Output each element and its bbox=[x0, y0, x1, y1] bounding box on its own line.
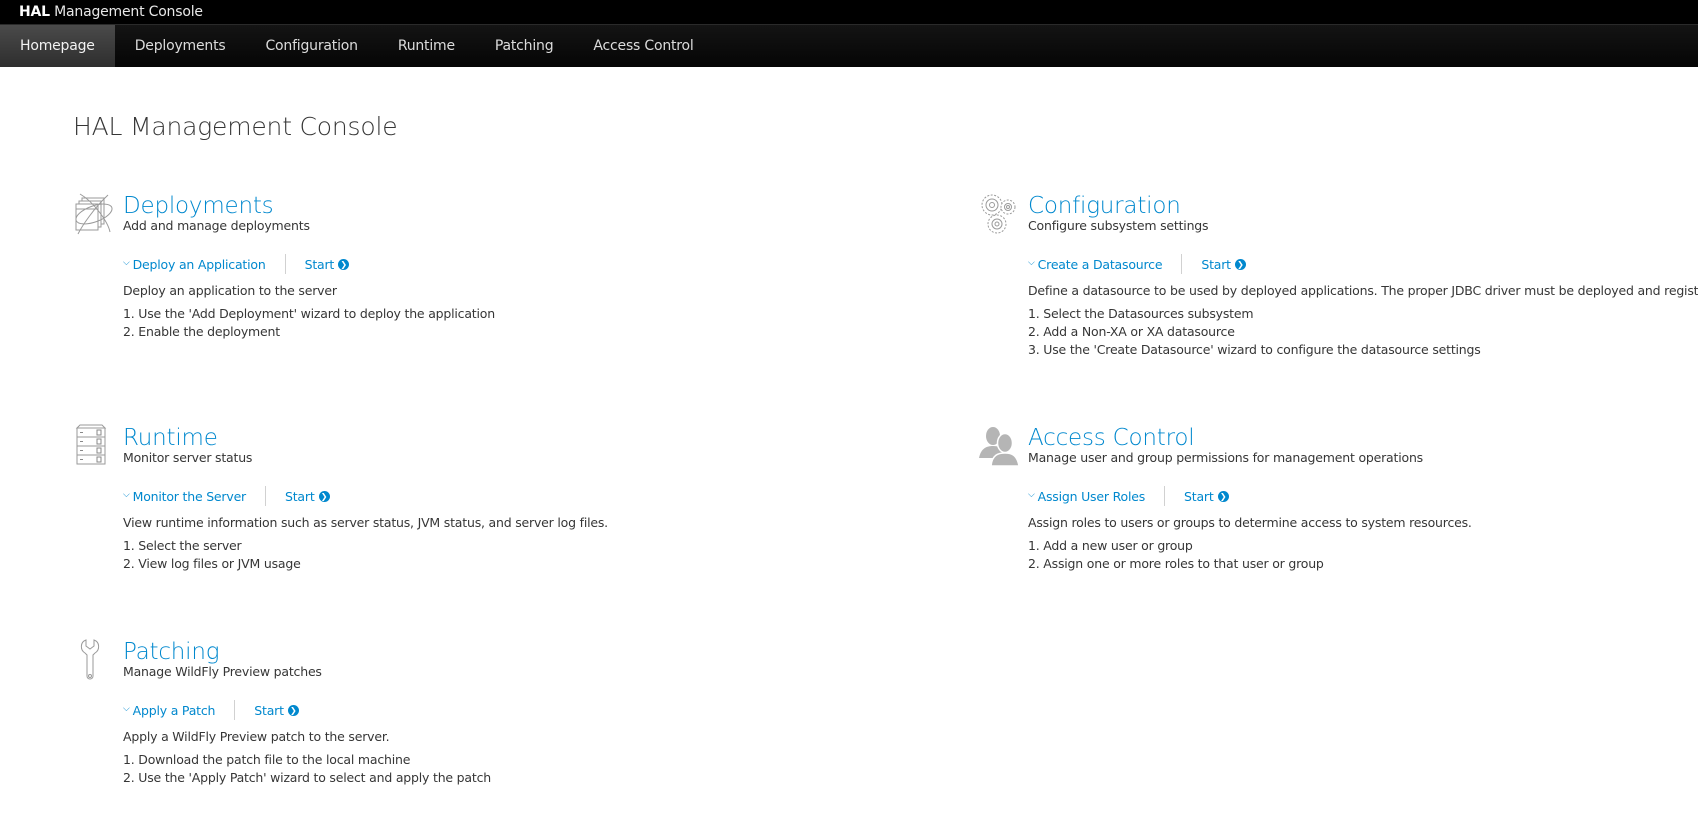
arrow-circle-right-icon: ❯ bbox=[338, 258, 350, 270]
section-title[interactable]: Deployments bbox=[123, 192, 883, 220]
start-link[interactable]: Start ❯ bbox=[305, 257, 350, 272]
start-label: Start bbox=[304, 256, 335, 272]
arrow-circle-right-icon: ❯ bbox=[1234, 258, 1246, 270]
section-subtitle: Configure subsystem settings bbox=[1028, 218, 1209, 233]
section-title[interactable]: Patching bbox=[123, 638, 883, 666]
step-item: 1. Add a new user or group bbox=[1028, 538, 1193, 553]
app-header: HAL Management Console bbox=[0, 0, 1698, 24]
action-label: Monitor the Server bbox=[132, 488, 247, 504]
section-description: Deploy an application to the server bbox=[123, 283, 337, 298]
chevron-down-icon: ⌵ bbox=[123, 258, 130, 268]
start-link[interactable]: Start ❯ bbox=[1184, 489, 1229, 504]
nav-homepage[interactable]: Homepage bbox=[0, 25, 115, 67]
steps-list: 1. Add a new user or group 2. Assign one… bbox=[1028, 537, 1698, 573]
chevron-down-icon: ⌵ bbox=[123, 704, 130, 714]
chevron-down-icon: ⌵ bbox=[1028, 490, 1035, 500]
step-item: 2. Use the 'Apply Patch' wizard to selec… bbox=[123, 770, 491, 785]
start-label: Start bbox=[1184, 488, 1214, 504]
section-title[interactable]: Access Control bbox=[1028, 424, 1698, 452]
nav-deployments[interactable]: Deployments bbox=[115, 25, 246, 67]
nav-configuration[interactable]: Configuration bbox=[245, 25, 377, 67]
chevron-down-icon: ⌵ bbox=[123, 490, 130, 500]
step-item: 2. Enable the deployment bbox=[123, 324, 280, 339]
section-title[interactable]: Configuration bbox=[1028, 192, 1698, 220]
divider bbox=[1181, 254, 1183, 274]
brand-bold: HAL bbox=[19, 4, 50, 20]
divider bbox=[1164, 486, 1166, 506]
main-nav: Homepage Deployments Configuration Runti… bbox=[0, 24, 1698, 67]
action-label: Assign User Roles bbox=[1037, 488, 1146, 504]
action-label: Apply a Patch bbox=[132, 702, 216, 718]
arrow-circle-right-icon: ❯ bbox=[1217, 490, 1229, 502]
section-title[interactable]: Runtime bbox=[123, 424, 883, 452]
step-item: 2. Add a Non-XA or XA datasource bbox=[1028, 324, 1235, 339]
action-label: Create a Datasource bbox=[1037, 256, 1163, 272]
start-label: Start bbox=[1201, 256, 1231, 272]
section-description: Apply a WildFly Preview patch to the ser… bbox=[123, 729, 390, 744]
step-item: 1. Download the patch file to the local … bbox=[123, 752, 411, 767]
steps-list: 1. Download the patch file to the local … bbox=[123, 751, 883, 787]
users-icon bbox=[979, 424, 1019, 468]
start-label: Start bbox=[254, 702, 284, 718]
nav-runtime[interactable]: Runtime bbox=[378, 25, 475, 67]
divider bbox=[284, 254, 286, 274]
page-title: HAL Management Console bbox=[73, 112, 398, 141]
assign-user-roles-toggle[interactable]: ⌵ Assign User Roles bbox=[1028, 489, 1145, 504]
section-subtitle: Monitor server status bbox=[123, 450, 253, 465]
apply-patch-toggle[interactable]: ⌵ Apply a Patch bbox=[123, 703, 215, 718]
start-link[interactable]: Start ❯ bbox=[254, 703, 299, 718]
start-link[interactable]: Start ❯ bbox=[285, 489, 330, 504]
step-item: 2. Assign one or more roles to that user… bbox=[1028, 556, 1324, 571]
create-datasource-toggle[interactable]: ⌵ Create a Datasource bbox=[1028, 256, 1163, 272]
step-item: 1. Select the Datasources subsystem bbox=[1028, 306, 1254, 321]
wrench-icon bbox=[74, 638, 114, 682]
section-subtitle: Add and manage deployments bbox=[123, 218, 310, 233]
steps-list: 1. Select the Datasources subsystem 2. A… bbox=[1028, 305, 1698, 359]
step-item: 3. Use the 'Create Datasource' wizard to… bbox=[1028, 342, 1481, 357]
steps-list: 1. Select the server 2. View log files o… bbox=[123, 537, 883, 573]
step-item: 1. Use the 'Add Deployment' wizard to de… bbox=[123, 306, 495, 321]
section-description: Define a datasource to be used by deploy… bbox=[1028, 283, 1698, 298]
start-label: Start bbox=[285, 488, 315, 504]
start-link[interactable]: Start ❯ bbox=[1201, 257, 1246, 272]
brand-name: Management Console bbox=[54, 4, 203, 20]
section-description: View runtime information such as server … bbox=[123, 515, 608, 530]
arrow-circle-right-icon: ❯ bbox=[287, 704, 299, 716]
step-item: 2. View log files or JVM usage bbox=[123, 556, 301, 571]
deployments-icon bbox=[74, 192, 114, 236]
arrow-circle-right-icon: ❯ bbox=[318, 490, 330, 502]
step-item: 1. Select the server bbox=[123, 538, 242, 553]
section-description: Assign roles to users or groups to deter… bbox=[1028, 515, 1472, 530]
nav-patching[interactable]: Patching bbox=[475, 25, 574, 67]
deploy-application-toggle[interactable]: ⌵ Deploy an Application bbox=[123, 257, 266, 272]
section-subtitle: Manage WildFly Preview patches bbox=[123, 664, 322, 679]
divider bbox=[234, 700, 236, 720]
divider bbox=[265, 486, 266, 506]
monitor-server-toggle[interactable]: ⌵ Monitor the Server bbox=[123, 489, 246, 504]
chevron-down-icon: ⌵ bbox=[1028, 258, 1035, 268]
steps-list: 1. Use the 'Add Deployment' wizard to de… bbox=[123, 305, 883, 341]
section-subtitle: Manage user and group permissions for ma… bbox=[1028, 450, 1423, 465]
nav-access-control[interactable]: Access Control bbox=[573, 25, 713, 67]
gears-icon bbox=[979, 192, 1019, 236]
action-label: Deploy an Application bbox=[132, 256, 266, 272]
server-rack-icon bbox=[74, 424, 114, 468]
